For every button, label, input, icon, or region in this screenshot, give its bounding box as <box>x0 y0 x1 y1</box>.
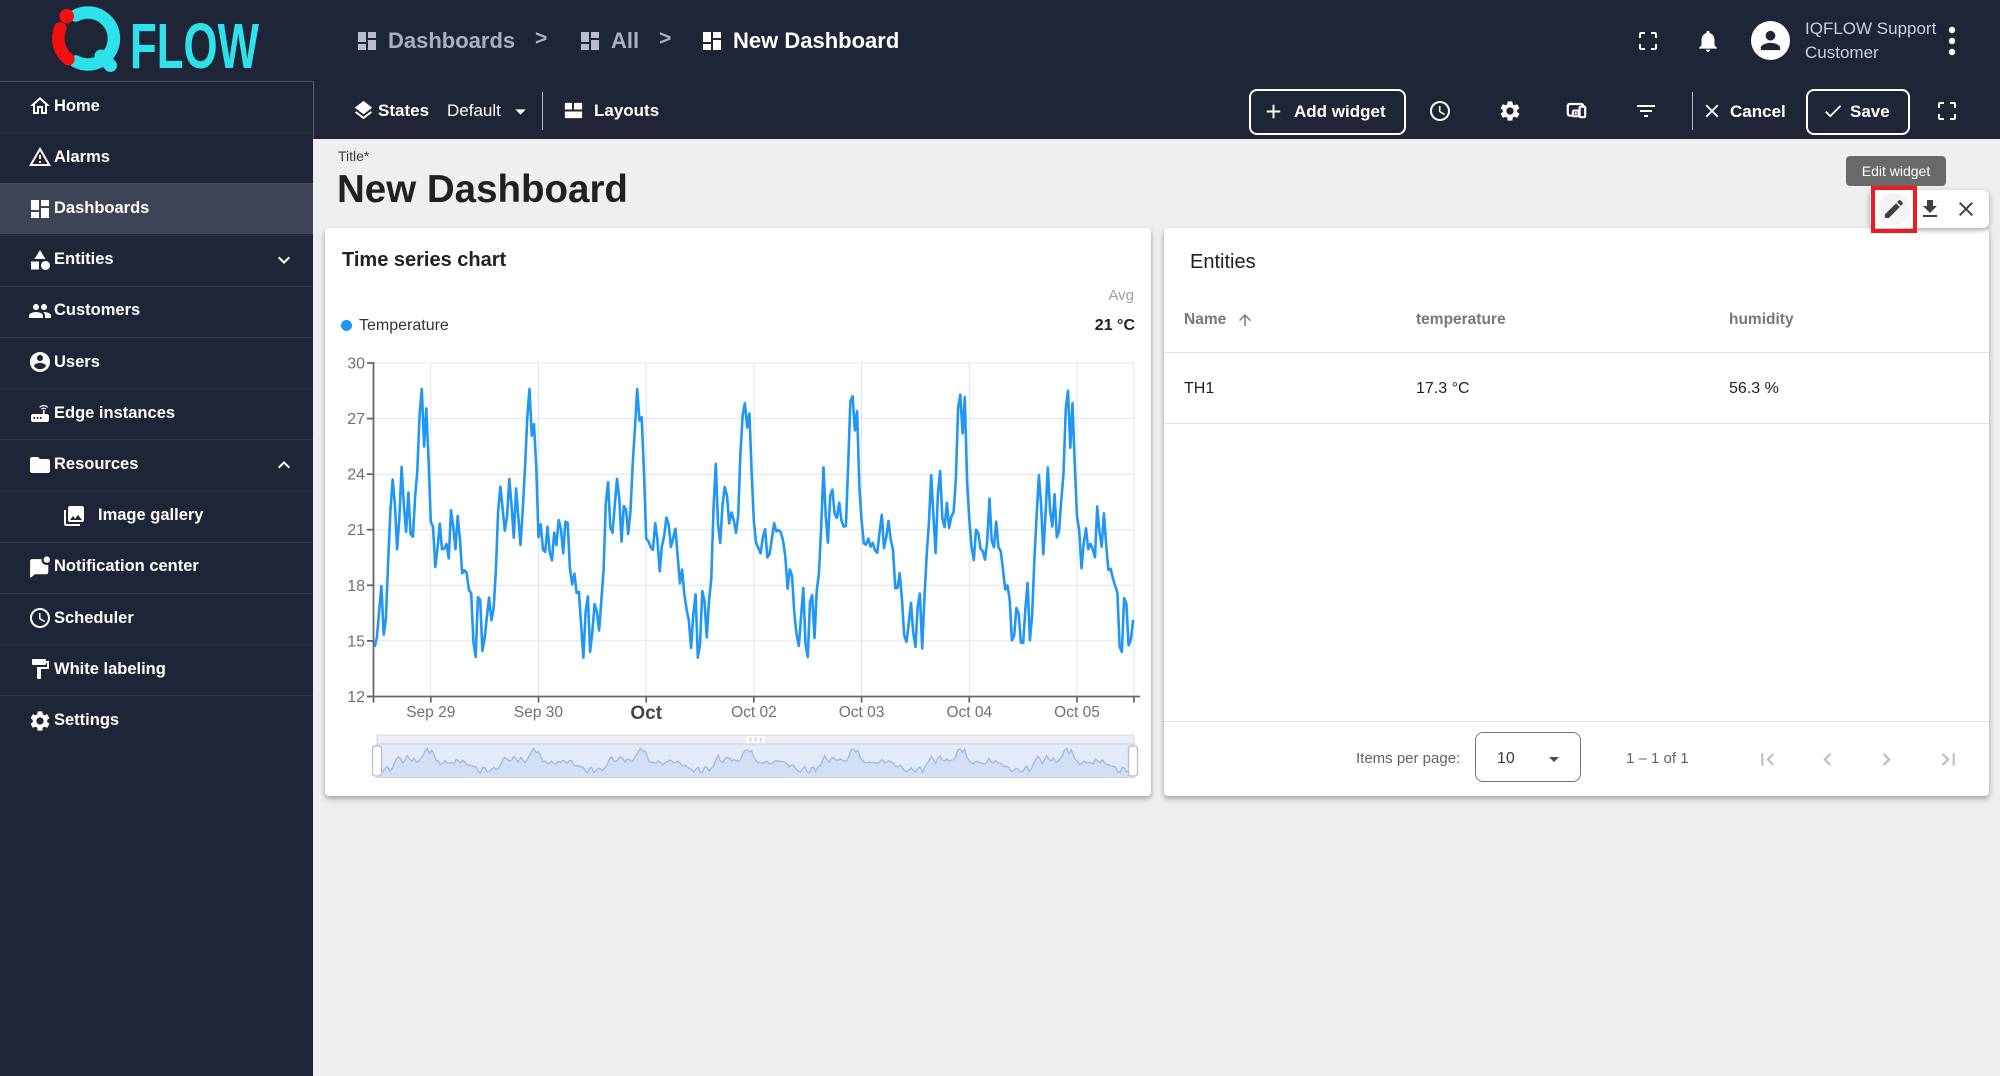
svg-text:Sep 29: Sep 29 <box>406 704 455 721</box>
svg-text:Oct 02: Oct 02 <box>731 704 777 721</box>
svg-text:24: 24 <box>347 467 365 484</box>
svg-text:27: 27 <box>347 411 365 428</box>
svg-text:15: 15 <box>347 633 365 650</box>
svg-text:18: 18 <box>347 578 365 595</box>
svg-text:Oct 04: Oct 04 <box>946 704 992 721</box>
svg-text:Oct: Oct <box>630 703 662 724</box>
svg-text:21: 21 <box>347 522 365 539</box>
svg-text:12: 12 <box>347 689 365 706</box>
svg-text:30: 30 <box>347 356 365 373</box>
svg-text:Oct 03: Oct 03 <box>839 704 885 721</box>
svg-text:Sep 30: Sep 30 <box>514 704 564 721</box>
svg-text:Oct 05: Oct 05 <box>1054 704 1100 721</box>
